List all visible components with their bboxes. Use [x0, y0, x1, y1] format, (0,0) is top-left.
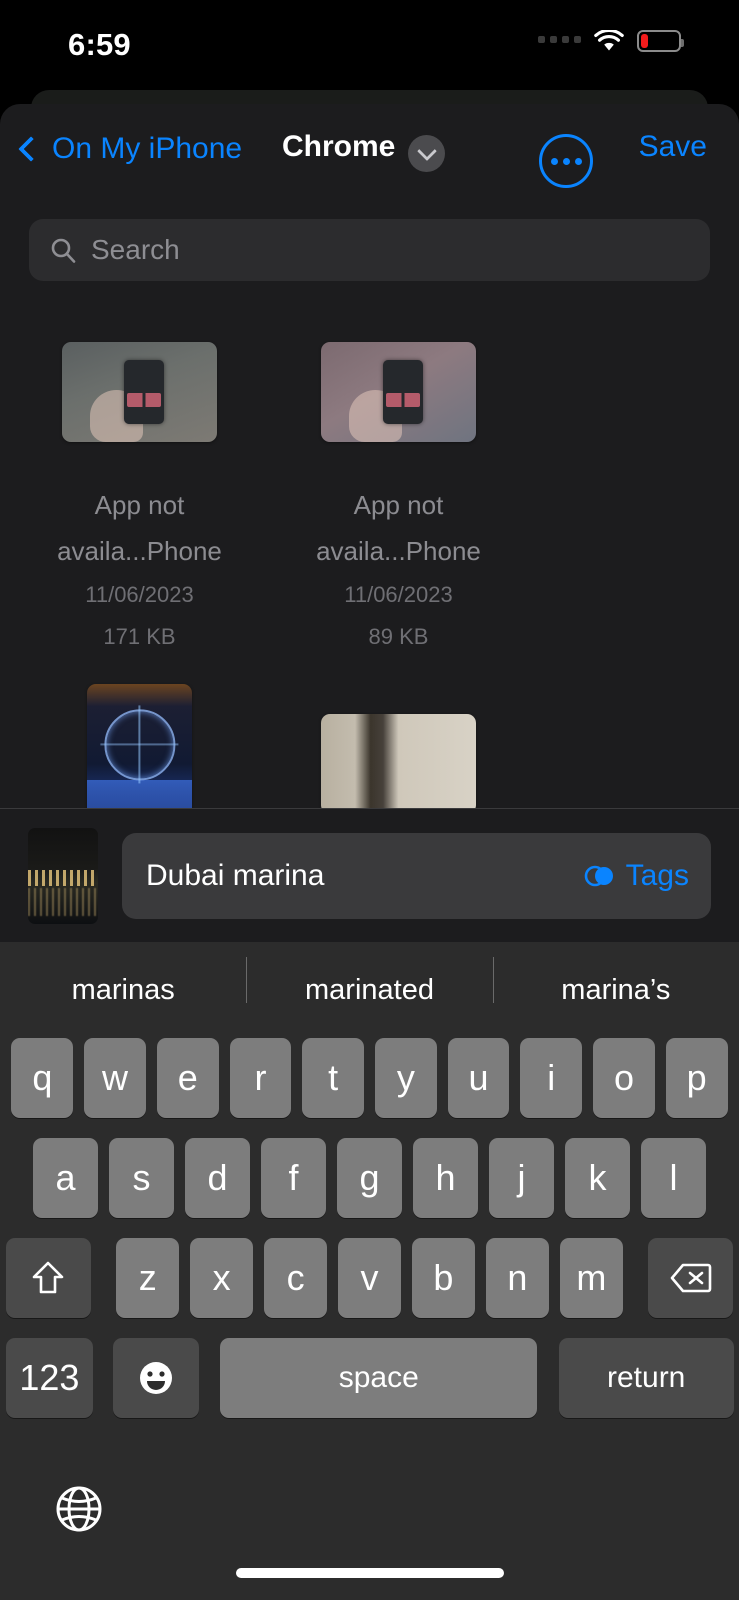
emoji-key[interactable]: [112, 1338, 199, 1418]
file-grid: App not availa...Phone 11/06/2023 171 KB…: [0, 312, 739, 808]
search-placeholder: Search: [91, 234, 180, 265]
key-u[interactable]: u: [447, 1038, 510, 1118]
filename-value: Dubai marina: [146, 859, 325, 892]
status-indicators: [538, 30, 684, 52]
signal-dots-icon: [538, 36, 581, 43]
key-r[interactable]: r: [229, 1038, 292, 1118]
shift-arrow-icon: [32, 1261, 64, 1294]
home-indicator: [235, 1568, 504, 1578]
return-key[interactable]: return: [558, 1338, 734, 1418]
globe-key[interactable]: [54, 1484, 104, 1534]
keyboard-row-2: a s d f g h j k l: [0, 1138, 739, 1218]
key-v[interactable]: v: [338, 1238, 401, 1318]
file-item[interactable]: App not availa...Phone 11/06/2023 89 KB: [279, 312, 518, 658]
key-d[interactable]: d: [185, 1138, 250, 1218]
file-item[interactable]: App not availa...Phone 11/06/2023 171 KB: [20, 312, 259, 658]
key-o[interactable]: o: [593, 1038, 655, 1118]
status-bar: 6:59: [0, 0, 739, 92]
file-size: 89 KB: [368, 624, 429, 649]
filename-input[interactable]: Dubai marina Tags: [122, 833, 711, 919]
rename-thumbnail: [28, 828, 98, 924]
key-j[interactable]: j: [489, 1138, 554, 1218]
key-q[interactable]: q: [11, 1038, 74, 1118]
file-date: 11/06/2023: [85, 582, 194, 607]
space-key[interactable]: space: [220, 1338, 538, 1418]
key-n[interactable]: n: [485, 1238, 549, 1318]
keyboard: marinas marinated marina’s q w e r t y u…: [0, 942, 739, 1600]
prediction-item[interactable]: marinas: [0, 974, 246, 1007]
key-b[interactable]: b: [411, 1238, 475, 1318]
predictive-text-bar: marinas marinated marina’s: [0, 942, 739, 1038]
file-name: App not availa...Phone: [316, 490, 481, 566]
key-h[interactable]: h: [413, 1138, 478, 1218]
shift-key[interactable]: [5, 1238, 91, 1318]
search-icon: [51, 238, 76, 263]
file-thumbnail: [321, 342, 476, 442]
backspace-key[interactable]: [648, 1238, 734, 1318]
chevron-down-icon[interactable]: [408, 135, 445, 172]
file-thumbnail: [87, 684, 192, 808]
file-picker-sheet: On My iPhone Chrome Save Search App not …: [0, 104, 739, 808]
tags-circles-icon: [584, 865, 613, 887]
key-y[interactable]: y: [375, 1038, 437, 1118]
keyboard-row-1: q w e r t y u i o p: [0, 1038, 739, 1118]
key-x[interactable]: x: [190, 1238, 254, 1318]
save-button[interactable]: Save: [639, 130, 707, 164]
key-l[interactable]: l: [641, 1138, 706, 1218]
ellipsis-circle-icon[interactable]: [539, 134, 593, 188]
chevron-left-icon: [18, 136, 44, 162]
key-m[interactable]: m: [559, 1238, 623, 1318]
file-item[interactable]: Dubai marina 03/09/2023 829 KB: [20, 684, 259, 808]
key-a[interactable]: a: [33, 1138, 98, 1218]
key-f[interactable]: f: [261, 1138, 326, 1218]
file-item[interactable]: [279, 684, 518, 808]
key-c[interactable]: c: [264, 1238, 328, 1318]
tags-label: Tags: [625, 859, 689, 892]
page-title: Chrome: [282, 130, 396, 163]
tags-button[interactable]: Tags: [583, 859, 689, 893]
status-time: 6:59: [68, 27, 131, 62]
prediction-item[interactable]: marinated: [246, 956, 492, 1007]
key-s[interactable]: s: [109, 1138, 174, 1218]
file-thumbnail: [321, 714, 476, 808]
file-name: App not availa...Phone: [57, 490, 222, 566]
key-e[interactable]: e: [156, 1038, 219, 1118]
phone-screen: 6:59 On My iPhone Chrome Save Search App…: [0, 0, 739, 1600]
back-button[interactable]: On My iPhone: [16, 132, 242, 166]
keyboard-row-4: 123 space return: [0, 1338, 739, 1418]
key-i[interactable]: i: [520, 1038, 583, 1118]
key-p[interactable]: p: [665, 1038, 728, 1118]
key-k[interactable]: k: [565, 1138, 630, 1218]
keyboard-row-3: z x c v b n m: [0, 1238, 739, 1318]
file-thumbnail: [62, 342, 217, 442]
numeric-key[interactable]: 123: [5, 1338, 94, 1418]
navigation-bar: On My iPhone Chrome Save: [0, 104, 739, 204]
prediction-item[interactable]: marina’s: [492, 956, 739, 1007]
key-z[interactable]: z: [116, 1238, 180, 1318]
back-button-label: On My iPhone: [52, 132, 243, 165]
file-size: 171 KB: [103, 624, 176, 649]
battery-low-icon: [637, 30, 684, 52]
key-g[interactable]: g: [337, 1138, 402, 1218]
file-date: 11/06/2023: [344, 582, 453, 607]
key-t[interactable]: t: [302, 1038, 364, 1118]
globe-icon: [56, 1486, 102, 1532]
emoji-smiley-icon: [139, 1362, 172, 1394]
search-input[interactable]: Search: [29, 219, 710, 281]
key-w[interactable]: w: [84, 1038, 146, 1118]
delete-backward-icon: [670, 1263, 712, 1293]
rename-bar: Dubai marina Tags: [0, 808, 739, 943]
wifi-icon: [594, 30, 624, 51]
